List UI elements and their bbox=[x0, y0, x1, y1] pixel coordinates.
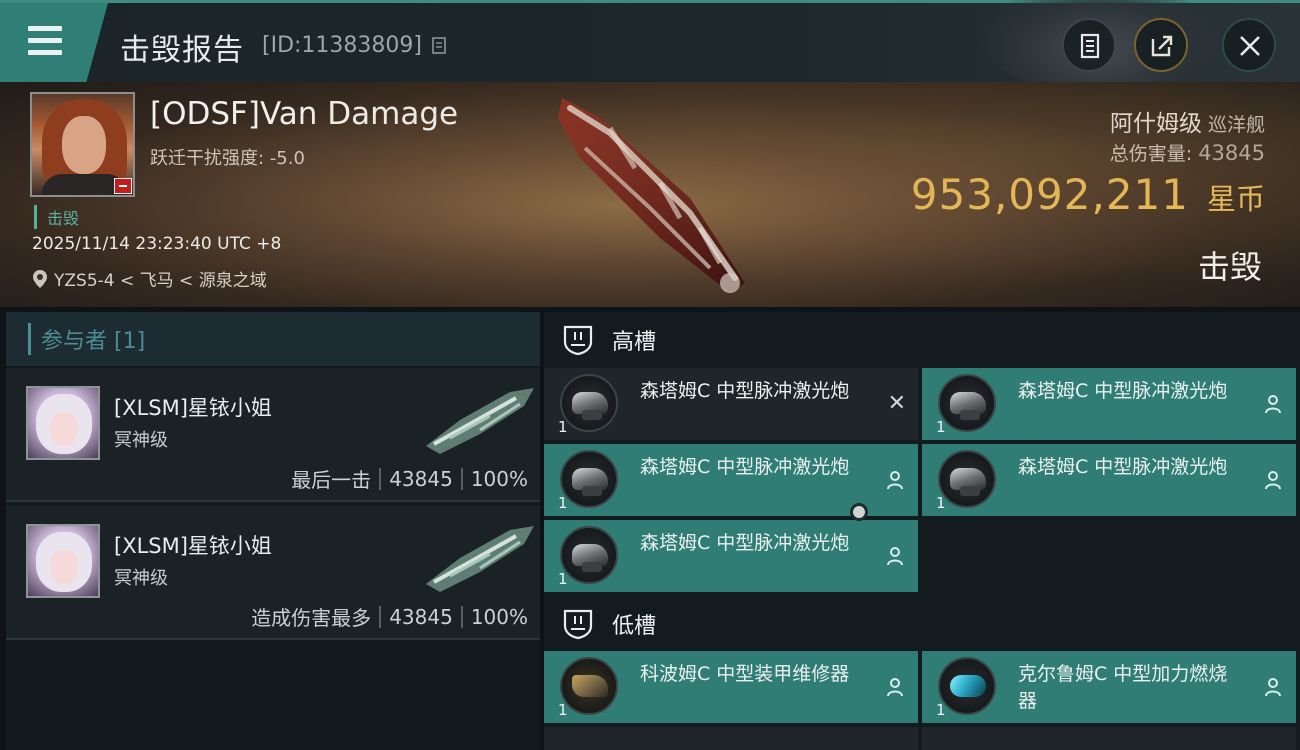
afterburner-icon bbox=[938, 657, 996, 715]
clipboard-icon bbox=[1080, 33, 1100, 59]
participant-avatar bbox=[26, 524, 100, 598]
module-name: 科波姆C 中型装甲维修器 bbox=[640, 663, 850, 685]
participant-avatar bbox=[26, 386, 100, 460]
dropped-person-icon bbox=[887, 547, 903, 566]
kill-tag: 击毁 bbox=[34, 205, 79, 229]
warp-scramble-strength: 跃迁干扰强度: -5.0 bbox=[150, 148, 305, 169]
share-button[interactable] bbox=[1134, 18, 1188, 72]
module-item[interactable]: 1 克尔鲁姆C 中型加力燃烧器 bbox=[922, 651, 1296, 723]
dropped-person-icon bbox=[887, 471, 903, 490]
scroll-indicator[interactable] bbox=[850, 503, 868, 521]
kill-result: 击毁 bbox=[1197, 248, 1262, 286]
module-item[interactable]: 1 森塔姆C 中型脉冲激光炮 bbox=[544, 520, 918, 592]
share-icon bbox=[1151, 35, 1173, 57]
module-name: 森塔姆C 中型脉冲激光炮 bbox=[640, 532, 850, 554]
laser-module-icon bbox=[560, 374, 618, 432]
title-bar: 击毁报告 [ID:11383809] bbox=[0, 0, 1300, 93]
participant-name: [XLSM]星铱小姐 bbox=[114, 396, 272, 420]
victim-banner: [ODSF]Van Damage 跃迁干扰强度: -5.0 击毁 2025/11… bbox=[0, 82, 1300, 307]
module-item[interactable]: 1 森塔姆C 中型脉冲激光炮 bbox=[922, 368, 1296, 440]
dropped-person-icon bbox=[1265, 678, 1281, 697]
victim-ship-image bbox=[558, 98, 745, 293]
module-name: 森塔姆C 中型脉冲激光炮 bbox=[1018, 456, 1228, 478]
victim-portrait[interactable] bbox=[30, 92, 135, 197]
low-slot-header: 低槽 bbox=[544, 596, 1300, 652]
armor-repairer-icon bbox=[560, 657, 618, 715]
low-slot-icon bbox=[563, 609, 593, 640]
menu-button[interactable] bbox=[0, 3, 108, 82]
module-item[interactable]: 1 森塔姆C 中型脉冲激光炮 ✕ bbox=[544, 368, 918, 440]
module-item-partial[interactable] bbox=[922, 727, 1296, 750]
module-name: 森塔姆C 中型脉冲激光炮 bbox=[640, 456, 850, 478]
dropped-person-icon bbox=[887, 678, 903, 697]
location-pin-icon bbox=[33, 269, 47, 288]
participant-stats: 造成伤害最多 43845 100% bbox=[251, 604, 528, 631]
kill-timestamp: 2025/11/14 23:23:40 UTC +8 bbox=[32, 234, 282, 254]
isk-value: 953,092,211 星币 bbox=[910, 170, 1265, 219]
victim-name[interactable]: [ODSF]Van Damage bbox=[150, 96, 458, 132]
clipboard-button[interactable] bbox=[1062, 18, 1116, 72]
victim-ship[interactable]: 阿什姆级 巡洋舰 bbox=[1110, 104, 1265, 138]
close-button[interactable] bbox=[1222, 18, 1276, 72]
module-item[interactable]: 1 森塔姆C 中型脉冲激光炮 bbox=[922, 444, 1296, 516]
kill-location[interactable]: YZS5-4 < 飞马 < 源泉之域 bbox=[32, 266, 267, 291]
participant-ship: 冥神级 bbox=[114, 430, 168, 451]
participant-stats: 最后一击 43845 100% bbox=[291, 466, 528, 493]
laser-module-icon bbox=[560, 450, 618, 508]
participant-ship-image bbox=[426, 388, 534, 454]
participant-ship: 冥神级 bbox=[114, 568, 168, 589]
high-slot-icon bbox=[563, 325, 593, 356]
participant-card[interactable]: [XLSM]星铱小姐 冥神级 最后一击 43845 100% bbox=[6, 368, 540, 502]
report-id: [ID:11383809] bbox=[262, 33, 422, 58]
module-item-partial[interactable] bbox=[544, 727, 918, 750]
module-name: 森塔姆C 中型脉冲激光炮 bbox=[640, 380, 850, 402]
fitting-panel: 高槽 1 森塔姆C 中型脉冲激光炮 ✕ 1 森塔姆C 中型脉冲激光炮 1 森塔姆… bbox=[544, 312, 1300, 750]
module-name: 森塔姆C 中型脉冲激光炮 bbox=[1018, 380, 1228, 402]
participant-ship-image bbox=[426, 526, 534, 592]
dropped-person-icon bbox=[1265, 395, 1281, 414]
module-name: 克尔鲁姆C 中型加力燃烧器 bbox=[1018, 663, 1228, 712]
participants-header: 参与者 [1] bbox=[6, 312, 540, 366]
participant-name: [XLSM]星铱小姐 bbox=[114, 534, 272, 558]
participants-panel: 参与者 [1] [XLSM]星铱小姐 冥神级 最后一击 43845 100% [… bbox=[6, 312, 540, 750]
total-damage: 总伤害量: 43845 bbox=[1109, 141, 1265, 165]
dropped-person-icon bbox=[1265, 471, 1281, 490]
laser-module-icon bbox=[938, 450, 996, 508]
participant-card[interactable]: [XLSM]星铱小姐 冥神级 造成伤害最多 43845 100% bbox=[6, 506, 540, 640]
destroyed-x-icon: ✕ bbox=[887, 391, 906, 416]
page-title: 击毁报告 bbox=[120, 33, 244, 68]
security-status-badge bbox=[114, 178, 132, 194]
close-icon bbox=[1240, 36, 1260, 56]
module-item[interactable]: 1 科波姆C 中型装甲维修器 bbox=[544, 651, 918, 723]
laser-module-icon bbox=[938, 374, 996, 432]
copy-icon[interactable] bbox=[432, 35, 448, 55]
laser-module-icon bbox=[560, 526, 618, 584]
high-slot-header: 高槽 bbox=[544, 312, 1300, 368]
